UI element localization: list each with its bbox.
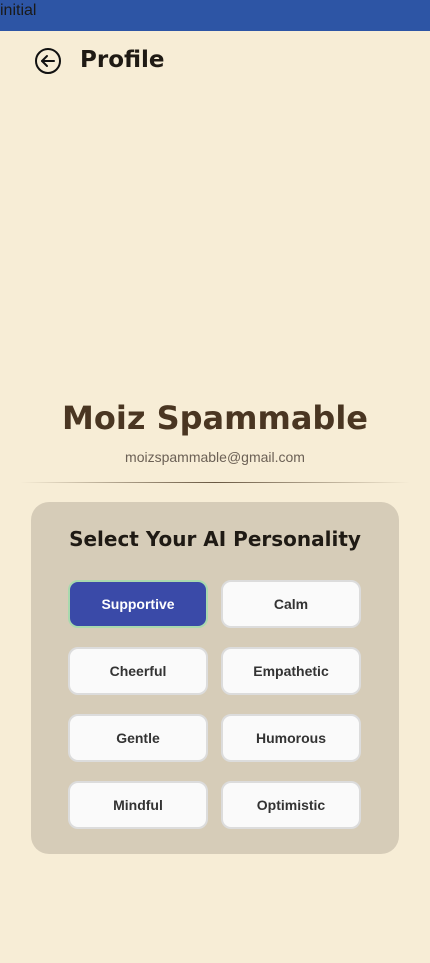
personality-option-supportive[interactable]: Supportive [68, 580, 208, 628]
personality-option-optimistic[interactable]: Optimistic [221, 781, 361, 829]
personality-card: Select Your AI Personality Supportive Ca… [31, 502, 399, 854]
page-title: Profile [80, 47, 165, 73]
personality-option-cheerful[interactable]: Cheerful [68, 647, 208, 695]
personality-option-humorous[interactable]: Humorous [221, 714, 361, 762]
status-bar: initial [0, 0, 430, 31]
user-name: Moiz Spammable [62, 399, 368, 437]
personality-option-gentle[interactable]: Gentle [68, 714, 208, 762]
divider [20, 482, 410, 483]
user-email: moizspammable@gmail.com [125, 449, 305, 465]
back-button[interactable] [34, 47, 62, 75]
personality-option-calm[interactable]: Calm [221, 580, 361, 628]
personality-option-mindful[interactable]: Mindful [68, 781, 208, 829]
personality-option-empathetic[interactable]: Empathetic [221, 647, 361, 695]
personality-card-title: Select Your AI Personality [69, 527, 361, 551]
header: Profile [0, 31, 430, 89]
arrow-left-circle-icon [35, 48, 61, 74]
status-text: initial [0, 2, 37, 19]
